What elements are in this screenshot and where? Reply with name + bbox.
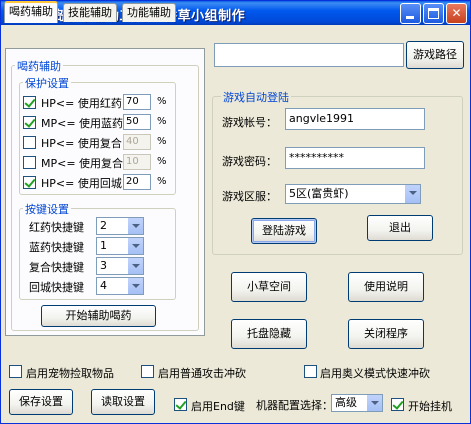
mp-blue-threshold-input[interactable]: 50 (123, 114, 151, 130)
tab-potion[interactable]: 喝药辅助 (4, 1, 58, 23)
close-program-button[interactable]: 关闭程序 (348, 319, 424, 349)
mp-compound-threshold-input[interactable]: 10 (123, 154, 151, 170)
blue-hotkey-select[interactable]: 1 (96, 237, 144, 255)
compound-hotkey-label: 复合快捷键 (29, 261, 84, 274)
protect-group-title: 保护设置 (23, 75, 71, 91)
hp-compound-threshold-input[interactable]: 40 (123, 134, 151, 150)
grass-space-button[interactable]: 小草空间 (231, 272, 307, 302)
hp-red-percent: % (157, 96, 167, 107)
normal-attack-checkbox[interactable] (141, 365, 154, 378)
mp-compound-percent: % (157, 156, 167, 167)
mp-compound-checkbox[interactable] (23, 156, 36, 169)
usage-guide-button[interactable]: 使用说明 (348, 272, 424, 302)
server-value: 5区(富贵虾) (289, 187, 349, 200)
account-label: 游戏帐号： (222, 116, 277, 129)
account-input[interactable]: angvle1991 (285, 108, 425, 130)
tab-skill[interactable]: 技能辅助 (63, 3, 117, 22)
hotkey-group-title: 按键设置 (23, 201, 71, 217)
chevron-down-icon[interactable] (366, 395, 382, 411)
tab-function[interactable]: 功能辅助 (122, 3, 176, 22)
potion-group-title: 喝药辅助 (15, 58, 63, 74)
chevron-down-icon[interactable] (404, 185, 420, 203)
hp-compound-label: HP<= 使用复合 (41, 137, 122, 150)
start-hang-label: 开始挂机 (408, 400, 452, 413)
red-hotkey-label: 红药快捷键 (29, 221, 84, 234)
return-hotkey-value: 4 (100, 279, 107, 292)
pet-pickup-label: 启用宠物捡取物品 (26, 367, 114, 380)
hp-red-checkbox[interactable] (23, 96, 36, 109)
hp-compound-checkbox[interactable] (23, 136, 36, 149)
password-input[interactable]: ********** (285, 147, 425, 169)
machine-config-value: 高级 (335, 396, 357, 409)
maximize-button[interactable] (423, 3, 444, 24)
hp-return-label: HP<= 使用回城 (41, 177, 122, 190)
compound-hotkey-value: 3 (100, 259, 107, 272)
machine-config-label: 机器配置选择： (256, 399, 333, 412)
red-hotkey-value: 2 (100, 219, 107, 232)
minimize-icon (406, 16, 414, 19)
hp-return-percent: % (157, 176, 167, 187)
mp-blue-percent: % (157, 116, 167, 127)
chevron-down-icon[interactable] (127, 238, 143, 254)
pet-pickup-checkbox[interactable] (9, 365, 22, 378)
password-label: 游戏密码： (222, 155, 277, 168)
red-hotkey-select[interactable]: 2 (96, 217, 144, 235)
blue-hotkey-label: 蓝药快捷键 (29, 241, 84, 254)
hp-compound-percent: % (157, 136, 167, 147)
aoyi-mode-label: 启用奥义模式快速冲砍 (320, 367, 430, 380)
exit-button[interactable]: 退出 (367, 215, 433, 241)
hp-return-threshold-input[interactable]: 20 (123, 174, 151, 190)
return-hotkey-select[interactable]: 4 (96, 277, 144, 295)
mp-blue-label: MP<= 使用蓝药 (41, 117, 124, 130)
server-select[interactable]: 5区(富贵虾) (285, 184, 421, 204)
chevron-down-icon[interactable] (127, 218, 143, 234)
close-button[interactable]: ✕ (446, 3, 467, 24)
save-settings-button[interactable]: 保存设置 (9, 389, 73, 415)
minimize-button[interactable] (400, 3, 421, 24)
game-path-button[interactable]: 游戏路径 (406, 41, 464, 69)
return-hotkey-label: 回城快捷键 (29, 281, 84, 294)
blue-hotkey-value: 1 (100, 239, 107, 252)
login-game-button[interactable]: 登陆游戏 (251, 218, 317, 244)
hp-red-label: HP<= 使用红药 (41, 97, 122, 110)
game-path-input[interactable] (214, 43, 404, 67)
server-label: 游戏区服： (222, 190, 277, 203)
hp-red-threshold-input[interactable]: 70 (123, 94, 151, 110)
start-potion-button[interactable]: 开始辅助喝药 (41, 305, 156, 327)
normal-attack-label: 启用普通攻击冲砍 (158, 367, 246, 380)
chevron-down-icon[interactable] (127, 258, 143, 274)
mp-blue-checkbox[interactable] (23, 116, 36, 129)
mp-compound-label: MP<= 使用复合 (41, 157, 124, 170)
chevron-down-icon[interactable] (127, 278, 143, 294)
end-key-label: 启用End键 (191, 400, 245, 413)
load-settings-button[interactable]: 读取设置 (91, 389, 155, 415)
login-group-title: 游戏自动登陆 (221, 89, 291, 105)
start-hang-checkbox[interactable] (391, 398, 404, 411)
aoyi-mode-checkbox[interactable] (304, 365, 317, 378)
hp-return-checkbox[interactable] (23, 176, 36, 189)
tray-hide-button[interactable]: 托盘隐藏 (231, 319, 307, 349)
machine-config-select[interactable]: 高级 (331, 394, 383, 412)
compound-hotkey-select[interactable]: 3 (96, 257, 144, 275)
main-window: 彩虹岛小草辅助工具---香草小组制作 ✕ 喝药辅助 技能辅助 功能辅助 喝药辅助… (0, 0, 471, 424)
close-icon: ✕ (451, 6, 462, 20)
maximize-icon (428, 8, 439, 19)
end-key-checkbox[interactable] (174, 398, 187, 411)
